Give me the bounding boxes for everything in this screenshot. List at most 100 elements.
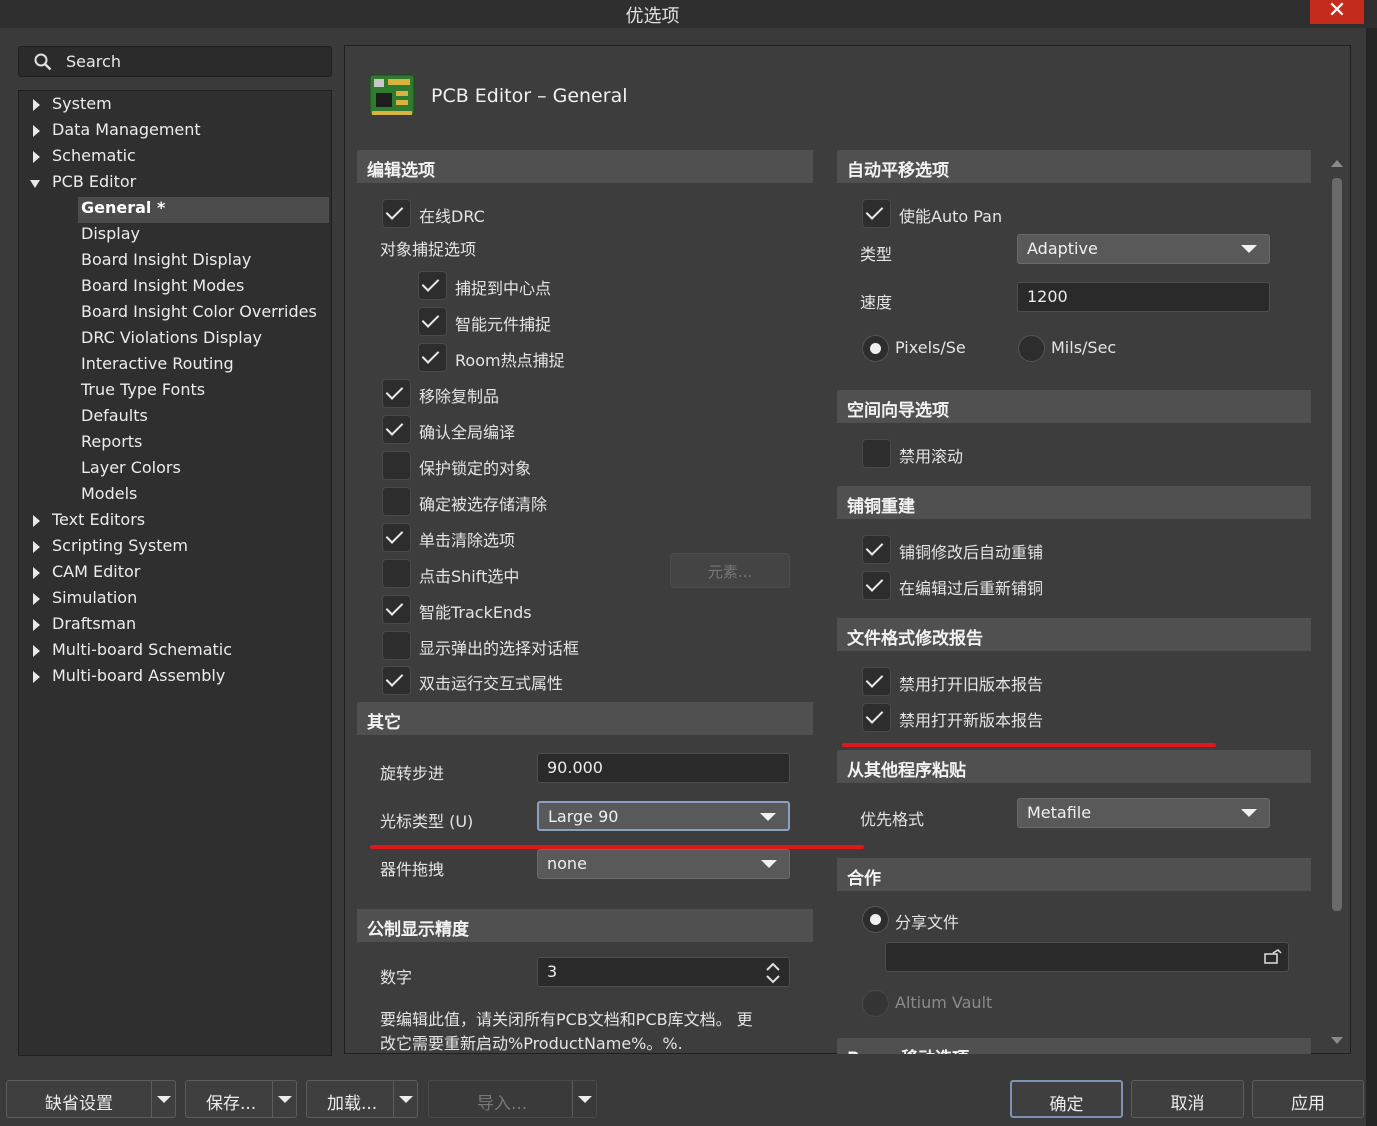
shared-folder-path-input[interactable] [885, 942, 1289, 972]
mils-per-sec-label: Mils/Sec [1051, 338, 1117, 357]
expand-icon[interactable] [33, 515, 40, 527]
expand-icon[interactable] [33, 151, 40, 163]
tree-item-simulation[interactable]: Simulation [52, 588, 137, 614]
tree-item-true-type-fonts[interactable]: True Type Fonts [81, 380, 205, 406]
preferred-format-dropdown[interactable]: Metafile [1017, 798, 1270, 828]
section-header-collaboration: 合作 [837, 858, 1311, 891]
pixels-per-sec-radio[interactable] [862, 335, 889, 362]
tree-item-system[interactable]: System [52, 94, 112, 120]
tree-item-scripting-system[interactable]: Scripting System [52, 536, 188, 562]
shift-click-select-checkbox[interactable] [382, 559, 411, 588]
section-header-space-navigator: 空间向导选项 [837, 390, 1311, 423]
expand-icon[interactable] [33, 593, 40, 605]
cancel-button[interactable]: 取消 [1131, 1080, 1244, 1118]
remove-duplicates-checkbox[interactable] [382, 379, 411, 408]
smart-component-snap-checkbox[interactable] [418, 307, 447, 336]
save-button[interactable]: 保存... [185, 1080, 297, 1118]
metric-note-line-2: 改它需要重新启动%ProductName%。%. [380, 1034, 683, 1053]
scroll-up-icon[interactable] [1331, 160, 1343, 167]
disable-new-version-report-checkbox[interactable] [862, 703, 891, 732]
primitives-button[interactable]: 元素... [670, 553, 790, 588]
tree-item-multi-board-schematic[interactable]: Multi-board Schematic [52, 640, 232, 666]
dropdown-arrow-icon[interactable] [393, 1081, 417, 1117]
collapse-icon[interactable] [30, 180, 40, 188]
ok-button[interactable]: 确定 [1010, 1080, 1123, 1118]
scrollbar-thumb[interactable] [1332, 178, 1342, 911]
section-header-edit-options: 编辑选项 [357, 150, 813, 183]
expand-icon[interactable] [33, 645, 40, 657]
double-click-runs-inspector-checkbox[interactable] [382, 666, 411, 695]
apply-button[interactable]: 应用 [1252, 1080, 1364, 1118]
cursor-type-dropdown[interactable]: Large 90 [537, 801, 790, 831]
smart-trackends-checkbox[interactable] [382, 595, 411, 624]
expand-icon[interactable] [33, 541, 40, 553]
protect-locked-checkbox[interactable] [382, 451, 411, 480]
tree-item-display[interactable]: Display [81, 224, 140, 250]
snap-center-checkbox[interactable] [418, 271, 447, 300]
section-header-autopan: 自动平移选项 [837, 150, 1311, 183]
import-button[interactable]: 导入... [428, 1080, 597, 1118]
share-file-radio[interactable] [862, 906, 889, 933]
load-button[interactable]: 加载... [306, 1080, 418, 1118]
tree-item-interactive-routing[interactable]: Interactive Routing [81, 354, 234, 380]
disable-roll-checkbox[interactable] [862, 439, 891, 468]
tree-item-board-insight-color-overrides[interactable]: Board Insight Color Overrides [81, 302, 317, 328]
disable-new-version-report-label: 禁用打开新版本报告 [899, 711, 1044, 730]
next-section-clip: Room移动选项 [837, 1038, 1311, 1054]
tree-item-layer-colors[interactable]: Layer Colors [81, 458, 181, 484]
tree-item-multi-board-assembly[interactable]: Multi-board Assembly [52, 666, 225, 692]
folder-open-icon[interactable] [1264, 949, 1282, 965]
mils-per-sec-radio[interactable] [1018, 335, 1045, 362]
autopan-speed-input[interactable]: 1200 [1017, 282, 1270, 312]
tree-item-text-editors[interactable]: Text Editors [52, 510, 145, 536]
digits-spinbox[interactable]: 3 [537, 957, 790, 987]
click-clears-selection-checkbox[interactable] [382, 523, 411, 552]
search-input[interactable]: Search [18, 46, 332, 77]
disable-old-version-report-label: 禁用打开旧版本报告 [899, 675, 1044, 694]
enable-autopan-checkbox[interactable] [862, 199, 891, 228]
expand-icon[interactable] [33, 125, 40, 137]
repour-after-edit-checkbox[interactable] [862, 571, 891, 600]
online-drc-checkbox[interactable] [382, 199, 411, 228]
tree-item-board-insight-modes[interactable]: Board Insight Modes [81, 276, 244, 302]
component-drag-dropdown[interactable]: none [537, 849, 790, 879]
tree-item-pcb-editor[interactable]: PCB Editor [52, 172, 136, 198]
autopan-speed-label: 速度 [860, 293, 893, 312]
tree-item-draftsman[interactable]: Draftsman [52, 614, 136, 640]
tree-item-defaults[interactable]: Defaults [81, 406, 148, 432]
expand-icon[interactable] [33, 619, 40, 631]
display-popup-selection-checkbox[interactable] [382, 631, 411, 660]
search-icon [34, 53, 52, 71]
disable-old-version-report-checkbox[interactable] [862, 667, 891, 696]
confirm-selection-memory-clear-checkbox[interactable] [382, 487, 411, 516]
scroll-down-icon[interactable] [1331, 1037, 1343, 1044]
confirm-global-edit-checkbox[interactable] [382, 415, 411, 444]
dropdown-arrow-icon[interactable] [272, 1081, 296, 1117]
tree-item-general[interactable]: General * [81, 198, 165, 224]
confirm-global-edit-label: 确认全局编译 [419, 423, 516, 442]
tree-item-models[interactable]: Models [81, 484, 137, 510]
rotation-step-input[interactable]: 90.000 [537, 753, 790, 783]
dropdown-arrow-icon[interactable] [151, 1081, 175, 1117]
tree-item-data-management[interactable]: Data Management [52, 120, 201, 146]
altium-vault-radio[interactable] [862, 990, 889, 1017]
tree-item-cam-editor[interactable]: CAM Editor [52, 562, 140, 588]
dropdown-arrow-icon[interactable] [572, 1081, 596, 1117]
section-header-room-move: Room移动选项 [837, 1038, 1311, 1054]
double-click-runs-inspector-label: 双击运行交互式属性 [419, 674, 564, 693]
defaults-button[interactable]: 缺省设置 [6, 1080, 176, 1118]
tree-item-schematic[interactable]: Schematic [52, 146, 136, 172]
expand-icon[interactable] [33, 671, 40, 683]
component-drag-value: none [547, 854, 587, 873]
expand-icon[interactable] [33, 99, 40, 111]
auto-repour-checkbox[interactable] [862, 535, 891, 564]
tree-item-board-insight-display[interactable]: Board Insight Display [81, 250, 251, 276]
expand-icon[interactable] [33, 567, 40, 579]
enable-autopan-label: 使能Auto Pan [899, 207, 1003, 226]
room-hotspot-snap-checkbox[interactable] [418, 343, 447, 372]
tree-item-reports[interactable]: Reports [81, 432, 142, 458]
tree-item-drc-violations-display[interactable]: DRC Violations Display [81, 328, 262, 354]
autopan-type-dropdown[interactable]: Adaptive [1017, 234, 1270, 264]
close-button[interactable]: ✕ [1310, 0, 1364, 24]
spinner-arrows-icon[interactable] [765, 961, 781, 985]
